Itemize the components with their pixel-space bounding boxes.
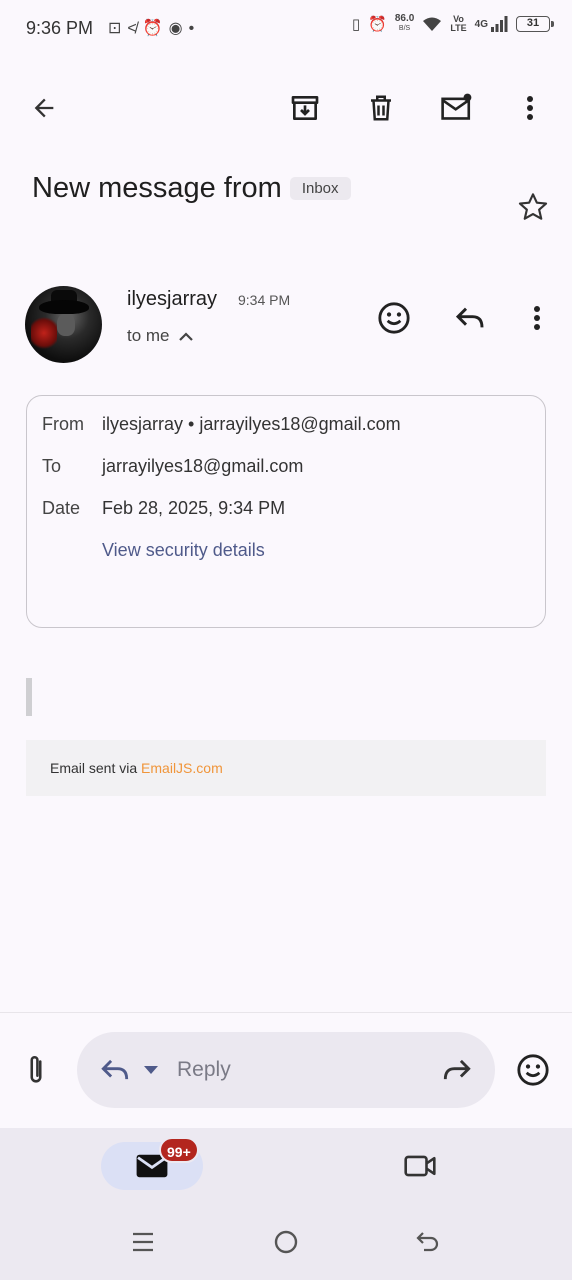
volte-indicator: Vo LTE [450, 15, 466, 33]
net-speed-value: 86.0 [394, 13, 415, 24]
footer-brand-link[interactable]: EmailJS.com [141, 760, 223, 776]
trash-icon [371, 95, 391, 121]
network-type: 4G [474, 18, 488, 30]
date-value: Feb 28, 2025, 9:34 PM [102, 498, 286, 518]
back-gesture-icon [416, 1232, 439, 1252]
volte-bottom: LTE [450, 23, 467, 33]
reply-input[interactable]: Reply [77, 1032, 495, 1108]
video-icon [404, 1155, 436, 1177]
delete-button[interactable] [357, 84, 405, 132]
app-icon: ≮ [127, 20, 143, 37]
subject-text: New message from [32, 172, 282, 204]
react-button[interactable] [370, 294, 418, 342]
emoji-button[interactable] [509, 1046, 557, 1094]
reply-icon[interactable] [99, 1057, 131, 1083]
forward-icon[interactable] [441, 1057, 473, 1083]
label-chip[interactable]: Inbox [289, 177, 351, 200]
reply-button[interactable] [446, 294, 494, 342]
arrow-back-icon [34, 98, 54, 118]
status-time: 9:36 PM [26, 18, 94, 38]
email-footer: Email sent via EmailJS.com [26, 740, 546, 796]
wifi-icon [423, 17, 442, 31]
paperclip-icon [30, 1056, 42, 1083]
date-label: Date [42, 498, 81, 518]
email-time: 9:34 PM [238, 292, 291, 308]
message-details-card: From ilyesjarray • jarrayilyes18@gmail.c… [26, 395, 546, 628]
security-details-link[interactable]: View security details [102, 540, 265, 561]
archive-button[interactable] [281, 84, 329, 132]
emoji-icon [517, 1054, 549, 1086]
attach-button[interactable] [12, 1046, 60, 1094]
to-label: To [42, 456, 62, 476]
recent-apps-button[interactable] [119, 1218, 167, 1266]
nav-meet-tab[interactable] [396, 1142, 444, 1190]
gamepad-icon: ⊡ [108, 20, 128, 37]
net-speed-unit: B/S [398, 25, 411, 32]
sender-avatar[interactable] [25, 286, 102, 363]
from-row: From ilyesjarray • jarrayilyes18@gmail.c… [42, 414, 401, 435]
alarm-icon: ⏰ [142, 20, 169, 37]
sender-name[interactable]: ilyesjarray [127, 288, 217, 311]
footer-prefix: Email sent via [50, 760, 142, 776]
reply-placeholder: Reply [177, 1058, 231, 1081]
home-circle-icon [274, 1230, 298, 1254]
signal-icon [491, 16, 508, 32]
date-row: Date Feb 28, 2025, 9:34 PM [42, 498, 285, 519]
dropdown-arrow-icon[interactable] [143, 1065, 159, 1075]
more-vert-icon [527, 96, 533, 120]
quoted-text-bar [26, 678, 32, 716]
reply-icon [455, 307, 484, 328]
security-row: View security details [42, 540, 265, 561]
dot-icon: • [188, 20, 201, 37]
alarm-icon: ⏰ [368, 16, 387, 33]
mark-unread-button[interactable] [433, 84, 481, 132]
status-indicators: ▯ ⏰ 86.0 B/S Vo LTE 4G 31 [351, 14, 554, 34]
mail-badge: 99+ [159, 1137, 199, 1163]
net-speed: 86.0 B/S [395, 14, 414, 34]
archive-icon [291, 96, 319, 120]
back-button[interactable] [20, 84, 68, 132]
to-summary: to me [127, 326, 170, 345]
vibrate-icon: ▯ [351, 16, 361, 33]
snapchat-icon: ◉ [168, 20, 189, 37]
emoji-icon [378, 302, 410, 334]
from-value[interactable]: ilyesjarray • jarrayilyes18@gmail.com [102, 414, 401, 435]
battery-icon: 31 [516, 16, 554, 32]
to-value[interactable]: jarrayilyes18@gmail.com [102, 456, 303, 477]
more-vert-icon [534, 306, 540, 330]
recipients-toggle[interactable]: to me [127, 326, 194, 346]
mark-unread-icon [441, 93, 472, 120]
star-button[interactable] [509, 183, 557, 231]
star-icon [518, 193, 548, 220]
message-more-button[interactable] [513, 294, 561, 342]
home-button[interactable] [262, 1218, 310, 1266]
to-row: To jarrayilyes18@gmail.com [42, 456, 303, 477]
notification-icons: ⊡≮⏰◉• [108, 18, 200, 38]
email-subject: New message from Inbox [32, 172, 351, 205]
chevron-up-icon [178, 332, 193, 341]
divider [0, 1012, 572, 1013]
menu-icon [133, 1232, 153, 1252]
system-back-button[interactable] [404, 1218, 452, 1266]
from-label: From [42, 414, 84, 434]
more-options-button[interactable] [506, 84, 554, 132]
